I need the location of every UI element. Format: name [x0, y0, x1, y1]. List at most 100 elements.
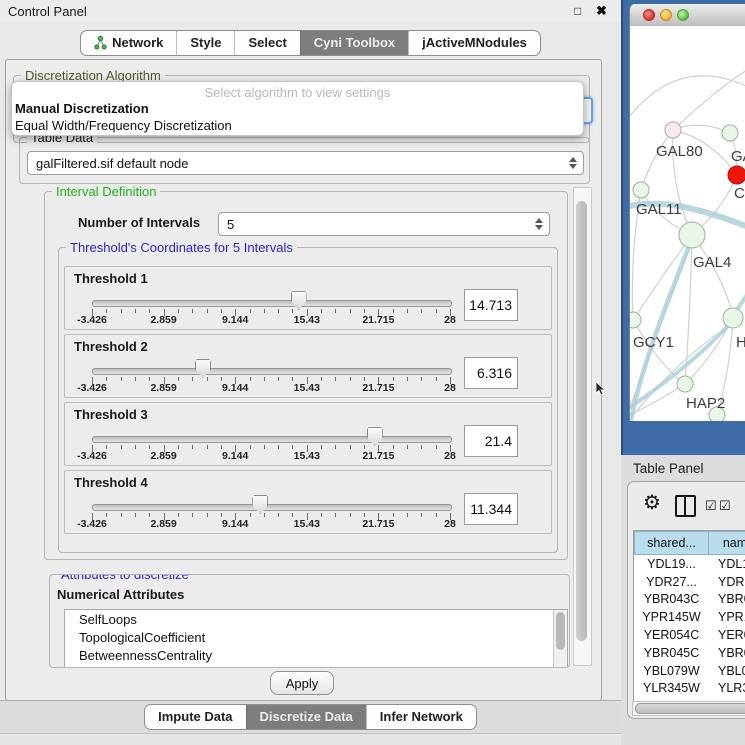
checkbox-icon[interactable]: ☑: [705, 498, 717, 514]
network-node[interactable]: [723, 308, 743, 328]
split-view-icon[interactable]: [675, 495, 696, 517]
table-row[interactable]: YBR045CYBR0: [634, 644, 745, 662]
table-cell[interactable]: YLR345W: [634, 680, 709, 698]
zoom-traffic-light[interactable]: [677, 9, 689, 21]
slider-tick: [221, 513, 222, 517]
network-node-label: C: [734, 185, 745, 202]
network-node[interactable]: [722, 125, 738, 141]
column-header-shared-name[interactable]: shared...: [634, 531, 709, 555]
slider-track[interactable]: [92, 368, 452, 375]
table-cell[interactable]: YDL1: [709, 555, 745, 573]
close-traffic-light[interactable]: [643, 9, 655, 21]
table-data-combobox[interactable]: galFiltered.sif default node: [27, 151, 584, 175]
network-node[interactable]: [728, 166, 745, 184]
slider-thumb[interactable]: [291, 291, 307, 310]
attribute-list-item[interactable]: TopologicalCoefficient: [65, 628, 567, 646]
network-window-titlebar[interactable]: [630, 4, 745, 27]
table-horizontal-scrollbar[interactable]: [632, 701, 745, 716]
tab-discretize-data[interactable]: Discretize Data: [246, 705, 366, 729]
network-node[interactable]: [677, 376, 693, 392]
tab-network[interactable]: Network: [81, 31, 176, 55]
table-cell[interactable]: YPR1: [709, 608, 745, 626]
table-cell[interactable]: YDR27...: [634, 573, 709, 591]
tab-infer-network[interactable]: Infer Network: [366, 705, 476, 729]
scrollbar-thumb[interactable]: [556, 612, 565, 650]
table-row[interactable]: YDR27...YDR2: [634, 573, 745, 591]
network-node[interactable]: [633, 182, 649, 198]
threshold-value-field[interactable]: 6.316: [464, 357, 518, 389]
network-node-label: GAL80: [656, 143, 703, 160]
table-cell[interactable]: YDR2: [709, 573, 745, 591]
apply-button[interactable]: Apply: [270, 671, 334, 695]
slider-tick: [436, 309, 437, 313]
slider-tick: [192, 309, 193, 313]
slider-track[interactable]: [92, 436, 452, 443]
table-cell[interactable]: YBR043C: [634, 591, 709, 609]
slider-thumb[interactable]: [195, 359, 211, 378]
slider-thumb[interactable]: [252, 495, 268, 514]
attribute-list-item[interactable]: BetweennessCentrality: [65, 646, 567, 664]
tab-jactivemnodules[interactable]: jActiveMNodules: [408, 31, 540, 55]
table-cell[interactable]: YBL0: [709, 662, 745, 680]
threshold-value-field[interactable]: 14.713: [464, 289, 518, 321]
table-row[interactable]: YBR043CYBR0: [634, 591, 745, 609]
tab-cyni-toolbox[interactable]: Cyni Toolbox: [300, 31, 408, 55]
network-edge[interactable]: [641, 130, 673, 190]
gear-icon[interactable]: ⚙: [643, 493, 661, 513]
slider-tick: [149, 377, 150, 381]
number-of-intervals-combobox[interactable]: 5: [218, 212, 550, 236]
network-edge[interactable]: [673, 68, 745, 130]
network-node[interactable]: [630, 312, 641, 328]
table-cell[interactable]: YPR145W: [634, 608, 709, 626]
close-icon[interactable]: ✖: [596, 3, 607, 19]
numerical-attributes-list[interactable]: SelfLoopsTopologicalCoefficientBetweenne…: [64, 609, 568, 668]
network-node-label: GA: [731, 148, 745, 165]
table-row[interactable]: YDL19...YDL1: [634, 555, 745, 573]
float-window-icon[interactable]: □: [574, 4, 581, 18]
interval-definition-group: Interval Definition Number of Intervals …: [44, 191, 568, 560]
table-cell[interactable]: YER054C: [634, 626, 709, 644]
algorithm-option-manual-discretization[interactable]: Manual Discretization: [12, 100, 583, 117]
table-row[interactable]: YPR145WYPR1: [634, 608, 745, 626]
table-cell[interactable]: YBL079W: [634, 662, 709, 680]
column-header-name[interactable]: name: [709, 531, 745, 555]
table-row[interactable]: YLR345WYLR3: [634, 680, 745, 698]
slider-tick: [393, 513, 394, 517]
table-cell[interactable]: YBR0: [709, 591, 745, 609]
network-edge[interactable]: [633, 235, 692, 320]
slider-track[interactable]: [92, 504, 452, 511]
algorithm-option-equal-width-frequency-discretization[interactable]: Equal Width/Frequency Discretization: [12, 117, 583, 134]
tab-impute-data[interactable]: Impute Data: [145, 705, 245, 729]
scrollbar-thumb[interactable]: [576, 201, 587, 641]
slider-tick: [350, 309, 351, 313]
threshold-value-field[interactable]: 21.4: [464, 425, 518, 457]
tab-select[interactable]: Select: [234, 31, 299, 55]
minimize-traffic-light[interactable]: [660, 9, 672, 21]
network-node[interactable]: [665, 122, 681, 138]
threshold-value-field[interactable]: 11.344: [464, 493, 518, 525]
table-panel-title: Table Panel: [633, 461, 704, 476]
scrollbar-thumb[interactable]: [635, 703, 745, 714]
settings-scrollbar[interactable]: [573, 187, 592, 666]
attribute-list-item[interactable]: SelfLoops: [65, 610, 567, 628]
table-row[interactable]: YER054CYER0: [634, 626, 745, 644]
table-cell[interactable]: YDL19...: [634, 555, 709, 573]
slider-track[interactable]: [92, 300, 452, 307]
slider-tick: [135, 377, 136, 381]
slider-tick: [264, 377, 265, 381]
list-scrollbar[interactable]: [553, 610, 567, 668]
slider-thumb[interactable]: [367, 427, 383, 446]
checkbox-icon[interactable]: ☑: [719, 498, 731, 514]
attributes-to-discretize-group: Attributes to discretize Numerical Attri…: [49, 574, 570, 668]
tab-style[interactable]: Style: [176, 31, 234, 55]
node-attribute-table[interactable]: shared...name YDL19...YDL1YDR27...YDR2YB…: [633, 530, 745, 702]
network-edge[interactable]: [692, 235, 733, 318]
slider-tick-label: 28: [444, 518, 456, 530]
table-cell[interactable]: YLR3: [709, 680, 745, 698]
network-node[interactable]: [679, 222, 705, 248]
table-cell[interactable]: YBR0: [709, 644, 745, 662]
table-row[interactable]: YBL079WYBL0: [634, 662, 745, 680]
table-cell[interactable]: YER0: [709, 626, 745, 644]
network-canvas[interactable]: GAL80GACGAL11GAL4GCY1HHAP2: [630, 26, 745, 421]
table-cell[interactable]: YBR045C: [634, 644, 709, 662]
